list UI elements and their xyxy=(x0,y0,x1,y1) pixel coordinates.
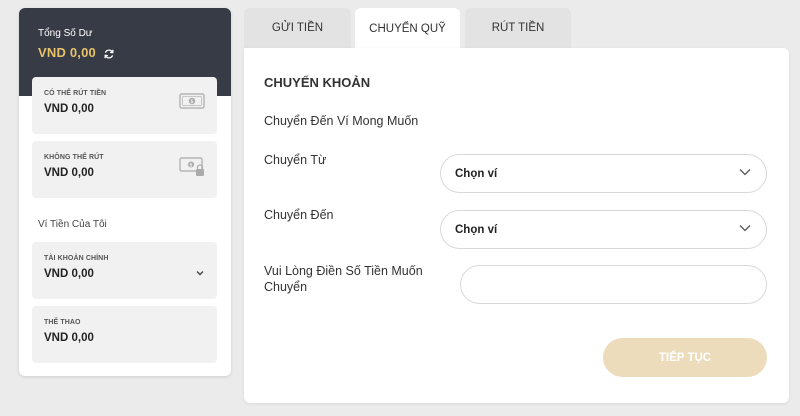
total-balance-value: VND 0,00 xyxy=(38,45,96,60)
main-account-value: VND 0,00 xyxy=(44,268,94,280)
refresh-icon[interactable] xyxy=(103,47,115,59)
main-account-card[interactable]: TÀI KHOẢN CHÍNH VND 0,00 xyxy=(32,242,217,299)
main-account-label: TÀI KHOẢN CHÍNH xyxy=(44,255,109,262)
tab-withdraw[interactable]: RÚT TIỀN xyxy=(465,8,571,48)
from-wallet-value: Chọn ví xyxy=(455,167,498,180)
to-label: Chuyển Đến xyxy=(264,208,334,222)
tab-transfer[interactable]: CHUYỂN QUỸ xyxy=(355,8,460,49)
balance-panel: Tổng Số Dư VND 0,00 CÓ THỂ RÚT TIỀN VND … xyxy=(19,8,231,376)
panel-title: CHUYỂN KHOẢN xyxy=(264,75,371,90)
from-label: Chuyển Từ xyxy=(264,153,327,167)
non-withdrawable-card: KHÔNG THỂ RÚT VND 0,00 $ xyxy=(32,141,217,198)
to-wallet-select[interactable]: Chọn ví xyxy=(440,210,767,249)
cash-locked-icon: $ xyxy=(179,157,205,182)
total-balance-label: Tổng Số Dư xyxy=(38,28,93,39)
svg-text:$: $ xyxy=(189,162,192,168)
my-wallets-label: Ví Tiền Của Tôi xyxy=(38,219,107,230)
from-wallet-select[interactable]: Chọn ví xyxy=(440,154,767,193)
withdrawable-card: CÓ THỂ RÚT TIỀN VND 0,00 $ xyxy=(32,77,217,134)
cash-icon: $ xyxy=(179,93,205,114)
sports-value: VND 0,00 xyxy=(44,332,94,344)
amount-label: Vui Lòng Điền Số Tiền Muốn Chuyển xyxy=(264,264,423,294)
chevron-down-icon xyxy=(738,223,752,236)
amount-input[interactable] xyxy=(460,265,767,304)
to-wallet-value: Chọn ví xyxy=(455,223,498,236)
continue-button[interactable]: TIẾP TỤC xyxy=(603,338,767,377)
svg-text:$: $ xyxy=(190,99,193,105)
chevron-down-icon xyxy=(738,167,752,180)
chevron-down-icon[interactable] xyxy=(195,264,205,282)
total-balance-row: VND 0,00 xyxy=(38,45,212,60)
transfer-panel: CHUYỂN KHOẢN Chuyển Đến Ví Mong Muốn Chu… xyxy=(244,48,789,403)
panel-subtitle: Chuyển Đến Ví Mong Muốn xyxy=(264,114,419,128)
sports-card: THỂ THAO VND 0,00 xyxy=(32,306,217,363)
sports-label: THỂ THAO xyxy=(44,319,81,326)
tab-deposit[interactable]: GỬI TIỀN xyxy=(244,8,351,48)
